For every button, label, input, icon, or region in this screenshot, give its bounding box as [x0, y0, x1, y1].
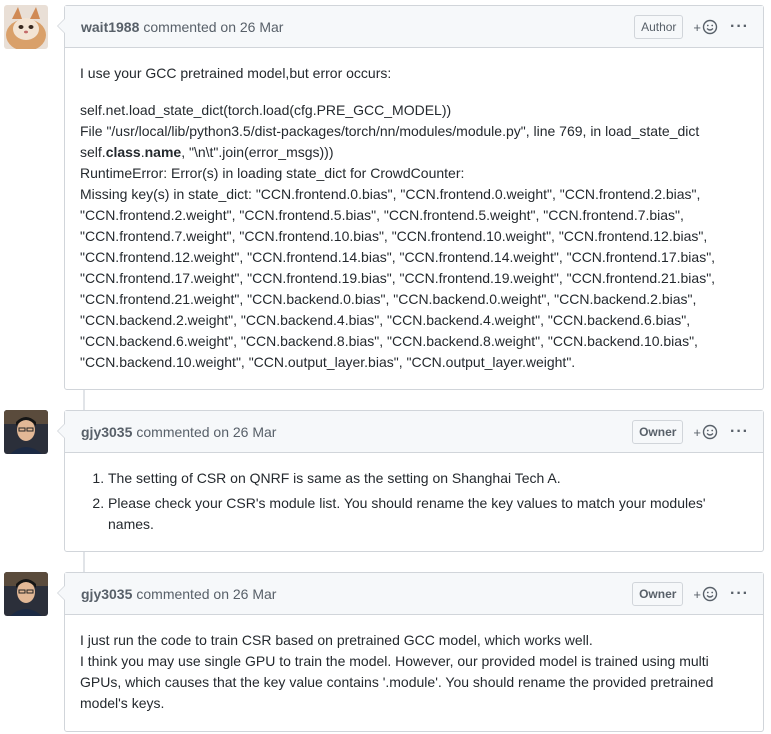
- log-line: "CCN.backend.10.weight", "CCN.output_lay…: [80, 354, 576, 370]
- avatar[interactable]: [4, 410, 48, 454]
- comment-timestamp[interactable]: commented on 26 Mar: [136, 424, 276, 440]
- log-line: "CCN.frontend.2.weight", "CCN.frontend.5…: [80, 207, 684, 223]
- comment-body: I just run the code to train CSR based o…: [65, 615, 763, 729]
- add-reaction-button[interactable]: +: [693, 19, 718, 35]
- smiley-icon: [702, 586, 718, 602]
- comment-author[interactable]: gjy3035: [81, 586, 132, 602]
- log-line: "CCN.frontend.17.weight", "CCN.frontend.…: [80, 270, 716, 286]
- owner-badge: Owner: [632, 582, 684, 606]
- comment-body: I use your GCC pretrained model,but erro…: [65, 48, 763, 388]
- add-reaction-button[interactable]: +: [693, 586, 718, 602]
- log-line-class: self.class.name, "\n\t".join(error_msgs)…: [80, 142, 748, 163]
- comment-timestamp[interactable]: commented on 26 Mar: [136, 586, 276, 602]
- log-line: "CCN.frontend.7.weight", "CCN.frontend.1…: [80, 228, 708, 244]
- avatar-person-image: [4, 410, 48, 454]
- comment-header: gjy3035 commented on 26 Mar Owner + ···: [65, 411, 763, 453]
- smiley-icon: [702, 424, 718, 440]
- log-line: RuntimeError: Error(s) in loading state_…: [80, 165, 465, 181]
- reaction-plus-label: +: [693, 586, 702, 602]
- kebab-horizontal-icon[interactable]: ···: [728, 19, 751, 35]
- log-line: File "/usr/local/lib/python3.5/dist-pack…: [80, 123, 700, 139]
- avatar-cat-image: [4, 5, 48, 49]
- list-item: The setting of CSR on QNRF is same as th…: [108, 468, 748, 489]
- smiley-icon: [702, 19, 718, 35]
- timeline-connector: [83, 552, 85, 572]
- comment-actions: Owner + ···: [632, 411, 751, 453]
- reaction-plus-label: +: [693, 424, 702, 440]
- avatar[interactable]: [4, 5, 48, 49]
- comment-body: The setting of CSR on QNRF is same as th…: [65, 453, 763, 550]
- log-line: "CCN.backend.6.weight", "CCN.backend.8.b…: [80, 333, 698, 349]
- log-line: "CCN.frontend.12.weight", "CCN.frontend.…: [80, 249, 716, 265]
- comment-paragraph: I use your GCC pretrained model,but erro…: [80, 65, 392, 81]
- comment-timestamp[interactable]: commented on 26 Mar: [143, 19, 283, 35]
- comment-card: wait1988 commented on 26 Mar Author + ··…: [57, 5, 764, 390]
- log-line: self.net.load_state_dict(torch.load(cfg.…: [80, 102, 452, 118]
- comment-actions: Owner + ···: [632, 573, 751, 615]
- comment-line: I just run the code to train CSR based o…: [80, 632, 593, 648]
- comment-line: I think you may use single GPU to train …: [80, 653, 714, 711]
- comment-actions: Author + ···: [634, 6, 751, 48]
- comment-header: gjy3035 commented on 26 Mar Owner + ···: [65, 573, 763, 615]
- reaction-plus-label: +: [693, 19, 702, 35]
- log-text: self.: [80, 144, 106, 160]
- comment-card: gjy3035 commented on 26 Mar Owner + ··· …: [57, 572, 764, 732]
- comment-author[interactable]: gjy3035: [81, 424, 132, 440]
- comment-header: wait1988 commented on 26 Mar Author + ··…: [65, 6, 763, 48]
- avatar[interactable]: [4, 572, 48, 616]
- log-text: , "\n\t".join(error_msgs))): [181, 144, 334, 160]
- issue-timeline: wait1988 commented on 26 Mar Author + ··…: [0, 0, 771, 734]
- list-item: Please check your CSR's module list. You…: [108, 493, 748, 535]
- log-line: "CCN.frontend.21.weight", "CCN.backend.0…: [80, 291, 697, 307]
- author-badge: Author: [634, 15, 684, 39]
- log-line: Missing key(s) in state_dict: "CCN.front…: [80, 186, 701, 202]
- kebab-horizontal-icon[interactable]: ···: [728, 586, 751, 602]
- add-reaction-button[interactable]: +: [693, 424, 718, 440]
- comment-card: gjy3035 commented on 26 Mar Owner + ···: [57, 410, 764, 552]
- numbered-list: The setting of CSR on QNRF is same as th…: [80, 468, 748, 535]
- comment-author[interactable]: wait1988: [81, 19, 139, 35]
- timeline-connector: [83, 390, 85, 410]
- owner-badge: Owner: [632, 420, 684, 444]
- kebab-horizontal-icon[interactable]: ···: [728, 424, 751, 440]
- avatar-person-image: [4, 572, 48, 616]
- log-bold-text: class: [105, 144, 141, 160]
- log-bold-text: name: [144, 144, 182, 160]
- log-line: "CCN.backend.2.weight", "CCN.backend.4.b…: [80, 312, 691, 328]
- error-log: self.net.load_state_dict(torch.load(cfg.…: [80, 100, 748, 373]
